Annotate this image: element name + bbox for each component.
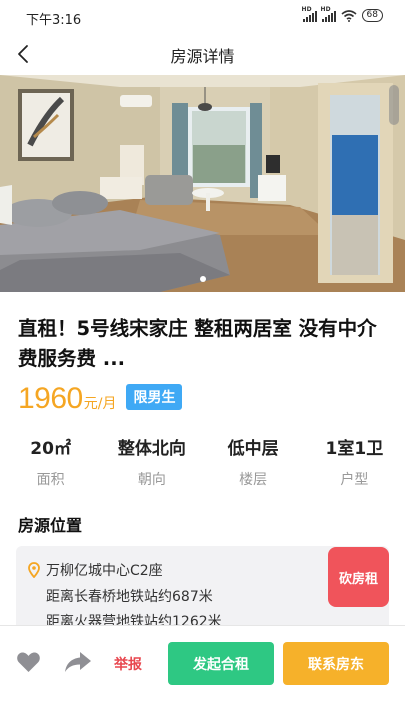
status-time: 下午3:16 [26, 13, 82, 28]
status-icons: HD HD 68 [302, 6, 383, 22]
price-value: 1960 [18, 382, 83, 415]
stat-value: 20㎡ [30, 439, 71, 459]
share-rent-button[interactable]: 发起合租 [168, 642, 274, 685]
price-unit: 元/月 [83, 396, 117, 412]
price-row: 1960 元/月 限男生 [18, 382, 183, 416]
location-address: 万柳亿城中心C2座 [46, 563, 163, 579]
status-bar: 下午3:16 HD HD 68 [0, 0, 405, 34]
battery-icon: 68 [361, 9, 383, 22]
heart-icon[interactable] [16, 650, 41, 674]
stat-value: 1室1卫 [325, 439, 384, 459]
stat-floor: 低中层 楼层 [203, 434, 304, 489]
nav-bar: 房源详情 [0, 34, 405, 74]
stat-label: 楼层 [239, 472, 268, 488]
location-pin-icon [28, 562, 40, 578]
signal-icon: HD [321, 6, 336, 22]
stat-label: 朝向 [137, 472, 166, 488]
room-photo-image [0, 75, 405, 292]
listing-photo[interactable] [0, 75, 405, 292]
subway-distance: 距离长春桥地铁站约687米 [46, 589, 213, 605]
stat-orientation: 整体北向 朝向 [101, 434, 202, 489]
stat-layout: 1室1卫 户型 [304, 434, 405, 489]
stat-value: 整体北向 [117, 439, 186, 459]
stat-area: 20㎡ 面积 [0, 434, 101, 489]
signal-icon: HD [302, 6, 317, 22]
listing-title: 直租！5号线宋家庄 整租两居室 没有中介费服务费 ... [18, 317, 377, 370]
gallery-pagination [0, 276, 405, 282]
stat-label: 户型 [340, 472, 369, 488]
wifi-icon [341, 9, 357, 22]
share-arrow-icon[interactable] [64, 650, 92, 674]
location-card[interactable]: 万柳亿城中心C2座 距离长春桥地铁站约687米 距离火器营地铁站约1262米 砍… [16, 546, 389, 630]
stat-value: 低中层 [227, 439, 279, 459]
page-title: 房源详情 [170, 47, 235, 66]
contact-landlord-button[interactable]: 联系房东 [283, 642, 389, 685]
bargain-rent-button[interactable]: 砍房租 [328, 547, 389, 607]
property-stats: 20㎡ 面积 整体北向 朝向 低中层 楼层 1室1卫 户型 [0, 434, 405, 489]
gender-restriction-badge: 限男生 [126, 384, 183, 410]
location-section-title: 房源位置 [18, 516, 83, 535]
bottom-action-bar: 举报 发起合租 联系房东 [0, 625, 405, 720]
report-link[interactable]: 举报 [114, 654, 142, 674]
gallery-dot[interactable] [199, 276, 206, 282]
stat-label: 面积 [36, 472, 65, 488]
